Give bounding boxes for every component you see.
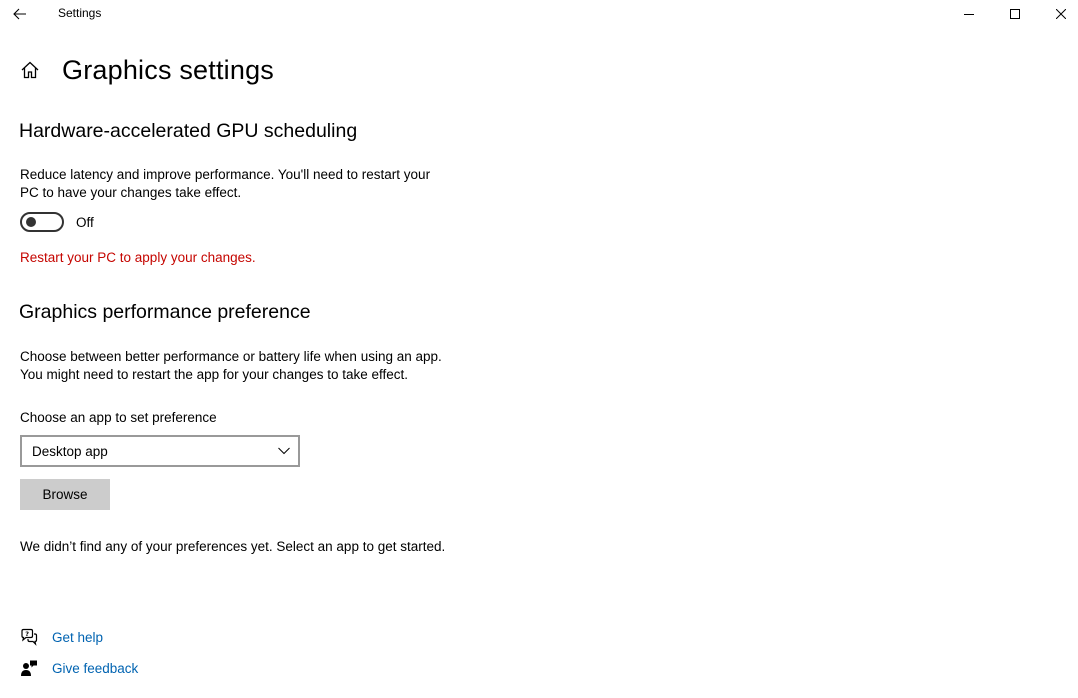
empty-preferences-message: We didn’t find any of your preferences y… xyxy=(20,539,446,554)
minimize-button[interactable] xyxy=(946,0,992,28)
close-icon xyxy=(1056,9,1066,19)
page-title: Graphics settings xyxy=(62,54,274,85)
chevron-down-icon xyxy=(270,437,298,465)
gpu-scheduling-description: Reduce latency and improve performance. … xyxy=(20,166,480,202)
give-feedback-label: Give feedback xyxy=(52,660,139,676)
give-feedback-link[interactable]: Give feedback xyxy=(20,659,138,677)
page-header: Graphics settings xyxy=(18,52,274,88)
home-icon xyxy=(21,61,39,79)
toggle-knob xyxy=(26,217,36,227)
get-help-link[interactable]: ? Get help xyxy=(20,628,103,646)
title-bar: Settings xyxy=(0,0,1078,28)
gpu-scheduling-heading: Hardware-accelerated GPU scheduling xyxy=(19,120,358,142)
help-chat-icon: ? xyxy=(20,628,38,646)
browse-button[interactable]: Browse xyxy=(20,479,110,510)
gpu-scheduling-toggle-row: Off xyxy=(20,212,94,232)
home-button[interactable] xyxy=(18,58,42,82)
toggle-state-label: Off xyxy=(76,214,94,230)
maximize-button[interactable] xyxy=(992,0,1038,28)
restart-warning: Restart your PC to apply your changes. xyxy=(20,250,256,265)
arrow-left-icon xyxy=(13,8,26,20)
app-type-selected-value: Desktop app xyxy=(32,443,108,459)
feedback-person-icon xyxy=(20,659,38,677)
maximize-icon xyxy=(1010,9,1020,19)
back-button[interactable] xyxy=(8,2,32,26)
gpu-scheduling-toggle[interactable] xyxy=(20,212,64,232)
get-help-label: Get help xyxy=(52,629,104,645)
choose-app-label: Choose an app to set preference xyxy=(20,410,217,425)
app-type-dropdown[interactable]: Desktop app xyxy=(20,435,300,467)
preference-description-line-2: You might need to restart the app for yo… xyxy=(20,367,408,382)
gpu-description-line-2: PC to have your changes take effect. xyxy=(20,185,242,200)
svg-text:?: ? xyxy=(25,630,29,638)
minimize-icon xyxy=(964,14,974,15)
preference-description-line-1: Choose between better performance or bat… xyxy=(20,349,442,364)
performance-preference-description: Choose between better performance or bat… xyxy=(20,348,480,384)
gpu-description-line-1: Reduce latency and improve performance. … xyxy=(20,167,431,182)
performance-preference-heading: Graphics performance preference xyxy=(19,301,311,323)
close-button[interactable] xyxy=(1038,0,1078,28)
window-title: Settings xyxy=(58,6,102,20)
